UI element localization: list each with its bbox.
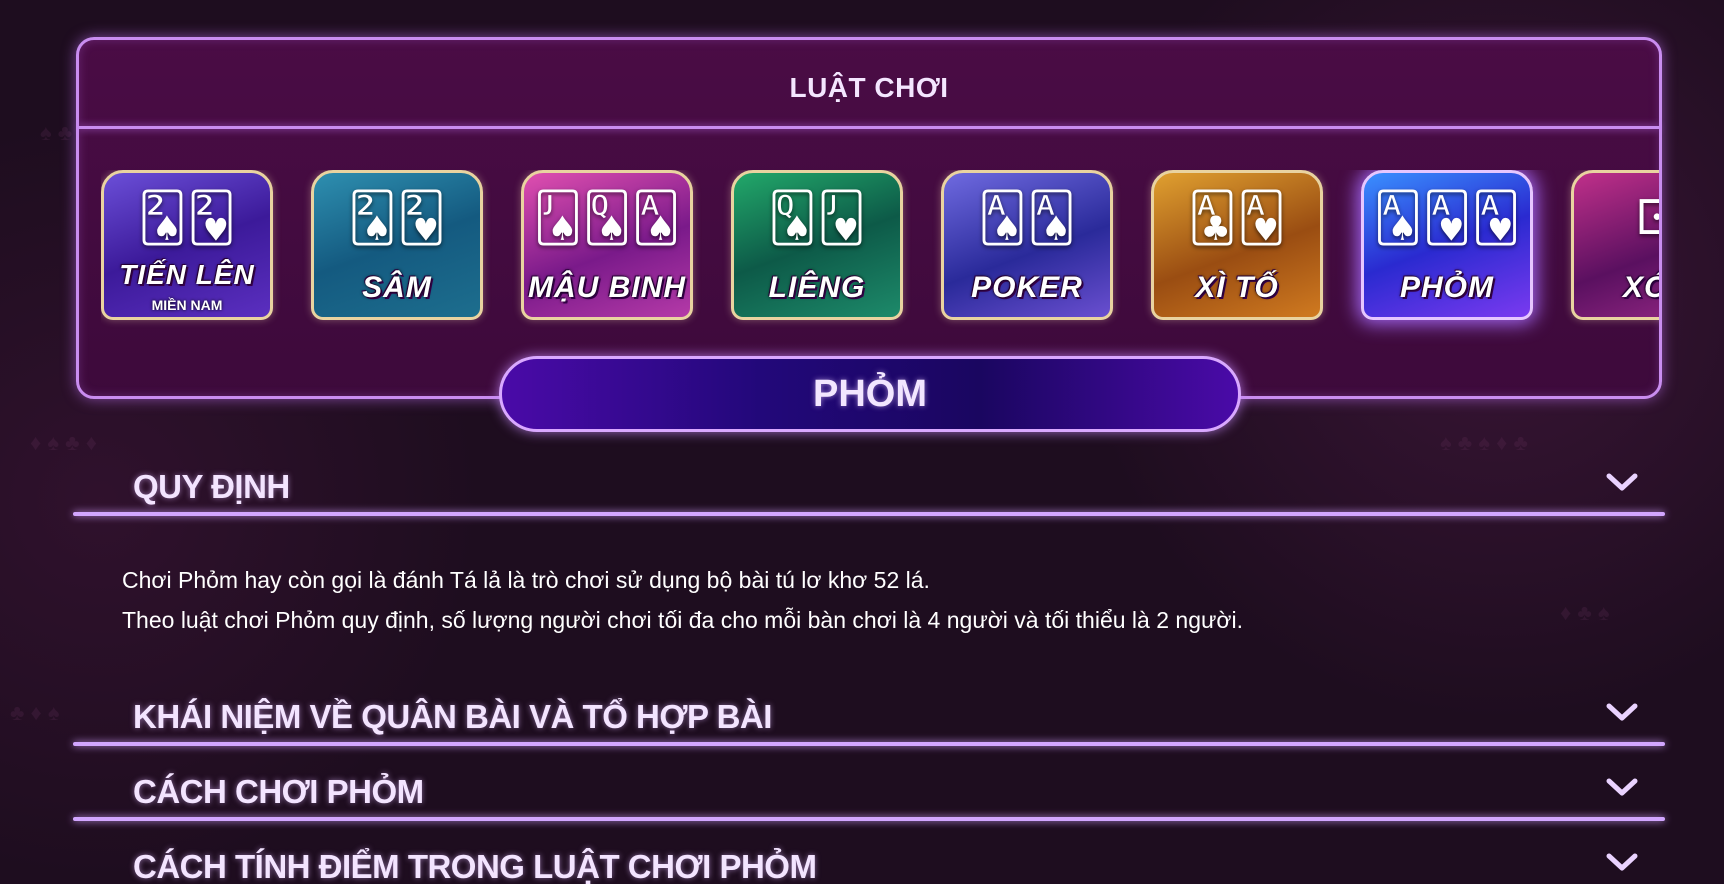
cards-icon: 🂢🂲 — [347, 192, 447, 245]
accordion-item-cach-tinh-diem: CÁCH TÍNH ĐIỂM TRONG LUẬT CHƠI PHỎM — [73, 834, 1665, 884]
game-tile-mau-binh[interactable]: 🂫🂭🂡 MẬU BINH — [521, 170, 693, 320]
accordion-title: KHÁI NIỆM VỀ QUÂN BÀI VÀ TỔ HỢP BÀI — [133, 698, 772, 735]
accordion-header[interactable]: CÁCH CHƠI PHỎM — [73, 759, 1665, 821]
rules-title: LUẬT CHƠI — [789, 72, 949, 103]
page: ♠ ♣ ♦ ♣ ♦ ♠ ♦ ♠ ♣ ♦ ♠ ♣ ♠ ♦ ♣ ♣ ♦ ♠ ♦ ♣ … — [0, 0, 1724, 884]
dice-icon: ⚀ — [1574, 189, 1659, 249]
accordion-divider — [73, 512, 1665, 516]
rules-panel: LUẬT CHƠI 🂢🂲 TIẾN LÊN MIỀN NAM 🂢🂲 SÂM 🂫🂭… — [76, 37, 1662, 399]
body-paragraph: Theo luật chơi Phỏm quy định, số lượng n… — [122, 607, 1243, 633]
accordion-divider — [73, 742, 1665, 746]
game-tile-xi-to[interactable]: 🃑🂱 XÌ TỐ — [1151, 170, 1323, 320]
accordion-item-quy-dinh: QUY ĐỊNH Chơi Phỏm hay còn gọi là đánh T… — [73, 454, 1665, 654]
accordion-header[interactable]: QUY ĐỊNH — [73, 454, 1665, 516]
chevron-down-icon — [1606, 853, 1638, 871]
game-tile-label: SÂM — [362, 271, 432, 304]
cards-icon: 🃑🂱 — [1187, 192, 1287, 245]
accordion-divider — [73, 817, 1665, 821]
game-tile-label: XÌ TỐ — [1195, 271, 1279, 304]
game-tile-label: XÓC — [1622, 271, 1659, 304]
cards-icon: 🂡🂱🂱 — [1373, 192, 1521, 245]
background-suit-pattern: ♦ ♠ ♣ ♦ — [30, 430, 97, 455]
accordion-item-cach-choi: CÁCH CHƠI PHỎM — [73, 759, 1665, 821]
accordion-header[interactable]: CÁCH TÍNH ĐIỂM TRONG LUẬT CHƠI PHỎM — [73, 834, 1665, 884]
accordion-body: Chơi Phỏm hay còn gọi là đánh Tá lả là t… — [122, 560, 1522, 640]
cards-icon: 🂭🂻 — [767, 192, 867, 245]
games-carousel[interactable]: 🂢🂲 TIẾN LÊN MIỀN NAM 🂢🂲 SÂM 🂫🂭🂡 MẬU BINH… — [101, 170, 1659, 360]
game-tile-tien-len[interactable]: 🂢🂲 TIẾN LÊN MIỀN NAM — [101, 170, 273, 320]
game-tile-label: MẬU BINH — [528, 271, 686, 304]
accordion-title: CÁCH CHƠI PHỎM — [133, 773, 424, 810]
game-tile-sublabel: MIỀN NAM — [151, 297, 223, 313]
selected-game-title: PHỎM — [813, 372, 927, 415]
accordion-item-khai-niem: KHÁI NIỆM VỀ QUÂN BÀI VÀ TỔ HỢP BÀI — [73, 684, 1665, 746]
chevron-down-icon — [1606, 473, 1638, 491]
background-suit-pattern: ♠ ♣ ♠ ♦ ♣ — [1440, 430, 1528, 455]
game-tile-xoc[interactable]: ⚀ XÓC — [1571, 170, 1659, 320]
selected-game-banner: PHỎM — [499, 356, 1241, 432]
game-tile-lieng[interactable]: 🂭🂻 LIÊNG — [731, 170, 903, 320]
game-tile-sam[interactable]: 🂢🂲 SÂM — [311, 170, 483, 320]
game-tile-poker[interactable]: 🂡🂡 POKER — [941, 170, 1113, 320]
cards-icon: 🂡🂡 — [977, 192, 1077, 245]
game-tile-label: TIẾN LÊN — [119, 259, 255, 290]
cards-icon: 🂫🂭🂡 — [533, 192, 681, 245]
game-tile-label: POKER — [971, 271, 1083, 304]
accordion-title: CÁCH TÍNH ĐIỂM TRONG LUẬT CHƠI PHỎM — [133, 848, 817, 884]
accordion-header[interactable]: KHÁI NIỆM VỀ QUÂN BÀI VÀ TỔ HỢP BÀI — [73, 684, 1665, 746]
divider — [79, 126, 1659, 129]
chevron-down-icon — [1606, 778, 1638, 796]
background-suit-pattern: ♣ ♦ ♠ — [10, 700, 60, 725]
game-tile-phom[interactable]: 🂡🂱🂱 PHỎM — [1361, 170, 1533, 320]
cards-icon: 🂢🂲 — [137, 192, 237, 245]
game-tile-label: PHỎM — [1400, 271, 1494, 304]
game-tile-label: LIÊNG — [768, 271, 866, 304]
body-paragraph: Chơi Phỏm hay còn gọi là đánh Tá lả là t… — [122, 567, 930, 593]
chevron-down-icon — [1606, 703, 1638, 721]
accordion-title: QUY ĐỊNH — [133, 468, 290, 505]
